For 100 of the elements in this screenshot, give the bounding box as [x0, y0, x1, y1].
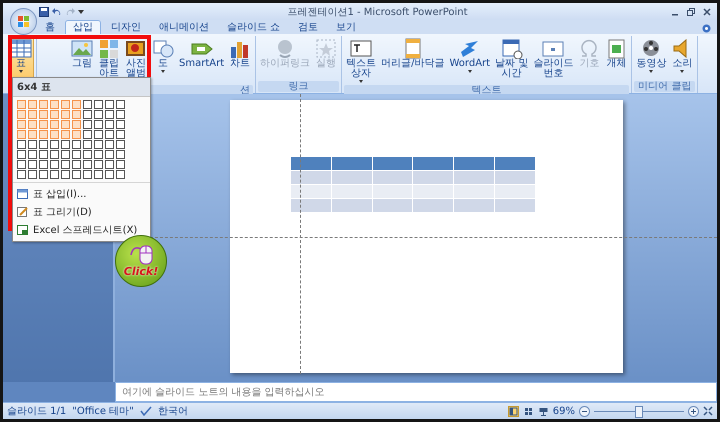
grid-cell[interactable] — [50, 100, 59, 109]
grid-cell[interactable] — [116, 160, 125, 169]
grid-cell[interactable] — [61, 140, 70, 149]
view-button[interactable] — [522, 406, 534, 416]
ribbon-tab[interactable]: 검토 — [290, 20, 326, 34]
grid-cell[interactable] — [116, 130, 125, 139]
ribbon-button[interactable]: 동영상 — [634, 36, 668, 81]
grid-cell[interactable] — [72, 170, 81, 179]
grid-cell[interactable] — [17, 100, 26, 109]
grid-cell[interactable] — [105, 100, 114, 109]
grid-cell[interactable] — [28, 120, 37, 129]
grid-cell[interactable] — [72, 160, 81, 169]
grid-cell[interactable] — [50, 130, 59, 139]
grid-cell[interactable] — [72, 120, 81, 129]
grid-cell[interactable] — [61, 110, 70, 119]
grid-cell[interactable] — [28, 150, 37, 159]
grid-cell[interactable] — [17, 110, 26, 119]
grid-cell[interactable] — [94, 110, 103, 119]
grid-cell[interactable] — [83, 160, 92, 169]
ribbon-button[interactable]: 차트 — [227, 36, 254, 85]
close-icon[interactable] — [703, 8, 711, 16]
grid-cell[interactable] — [39, 130, 48, 139]
view-button[interactable] — [508, 406, 519, 416]
grid-cell[interactable] — [50, 170, 59, 179]
grid-cell[interactable] — [83, 130, 92, 139]
grid-cell[interactable] — [105, 150, 114, 159]
grid-cell[interactable] — [105, 120, 114, 129]
grid-cell[interactable] — [116, 150, 125, 159]
grid-cell[interactable] — [72, 100, 81, 109]
grid-cell[interactable] — [116, 170, 125, 179]
grid-cell[interactable] — [83, 100, 92, 109]
zoom-slider-thumb[interactable] — [635, 406, 643, 418]
grid-cell[interactable] — [61, 150, 70, 159]
grid-cell[interactable] — [72, 140, 81, 149]
grid-cell[interactable] — [105, 160, 114, 169]
grid-cell[interactable] — [28, 160, 37, 169]
grid-cell[interactable] — [61, 130, 70, 139]
ribbon-button[interactable]: SmartArt — [177, 36, 226, 85]
grid-cell[interactable] — [94, 130, 103, 139]
grid-cell[interactable] — [105, 130, 114, 139]
grid-cell[interactable] — [50, 120, 59, 129]
grid-cell[interactable] — [116, 100, 125, 109]
ribbon-tab[interactable]: 애니메이션 — [151, 20, 217, 34]
zoom-in-button[interactable] — [688, 406, 699, 416]
grid-cell[interactable] — [39, 170, 48, 179]
ribbon-button[interactable]: 도 — [150, 36, 176, 85]
restore-icon[interactable] — [687, 8, 695, 16]
grid-cell[interactable] — [39, 140, 48, 149]
fit-window-icon[interactable] — [703, 406, 713, 416]
grid-cell[interactable] — [39, 100, 48, 109]
grid-cell[interactable] — [39, 120, 48, 129]
grid-cell[interactable] — [72, 110, 81, 119]
ribbon-tab[interactable]: 홈 — [37, 20, 63, 34]
menu-item[interactable]: 표 그리기(D) — [13, 203, 96, 221]
ribbon-tab[interactable]: 보기 — [328, 20, 364, 34]
grid-cell[interactable] — [116, 110, 125, 119]
grid-cell[interactable] — [61, 160, 70, 169]
grid-cell[interactable] — [83, 150, 92, 159]
grid-cell[interactable] — [39, 110, 48, 119]
grid-cell[interactable] — [105, 170, 114, 179]
grid-cell[interactable] — [28, 100, 37, 109]
grid-cell[interactable] — [50, 160, 59, 169]
grid-cell[interactable] — [83, 120, 92, 129]
grid-cell[interactable] — [61, 100, 70, 109]
ribbon-button[interactable]: 개체 — [603, 36, 630, 85]
grid-cell[interactable] — [17, 130, 26, 139]
caret-icon[interactable] — [78, 8, 84, 14]
ribbon-button[interactable]: 소리 — [669, 36, 696, 81]
grid-cell[interactable] — [72, 150, 81, 159]
grid-cell[interactable] — [83, 110, 92, 119]
grid-cell[interactable] — [17, 120, 26, 129]
ribbon-button[interactable]: 슬라이드 번호 — [531, 36, 576, 85]
grid-cell[interactable] — [28, 170, 37, 179]
ribbon-button[interactable]: 텍스트 상자 — [344, 36, 378, 85]
spell-check-icon[interactable] — [140, 406, 152, 416]
grid-cell[interactable] — [50, 110, 59, 119]
help-icon[interactable] — [702, 24, 711, 32]
grid-cell[interactable] — [94, 100, 103, 109]
grid-cell[interactable] — [94, 160, 103, 169]
ribbon-button[interactable]: WordArt — [448, 36, 492, 85]
grid-cell[interactable] — [72, 130, 81, 139]
notes-field[interactable]: 여기에 슬라이드 노트의 내용을 입력하십시오 — [115, 382, 717, 402]
zoom-out-button[interactable] — [579, 406, 590, 416]
grid-cell[interactable] — [17, 160, 26, 169]
save-icon[interactable] — [39, 6, 49, 16]
grid-cell[interactable] — [50, 150, 59, 159]
menu-item[interactable]: 표 삽입(I)... — [13, 185, 90, 203]
grid-cell[interactable] — [39, 150, 48, 159]
grid-cell[interactable] — [17, 150, 26, 159]
grid-cell[interactable] — [94, 170, 103, 179]
grid-cell[interactable] — [94, 150, 103, 159]
grid-cell[interactable] — [83, 170, 92, 179]
grid-cell[interactable] — [94, 140, 103, 149]
grid-cell[interactable] — [116, 140, 125, 149]
grid-cell[interactable] — [116, 120, 125, 129]
ribbon-button[interactable]: 날짜 및 시간 — [493, 36, 530, 85]
grid-cell[interactable] — [39, 160, 48, 169]
undo-icon[interactable] — [52, 6, 62, 16]
grid-cell[interactable] — [28, 140, 37, 149]
grid-cell[interactable] — [28, 110, 37, 119]
